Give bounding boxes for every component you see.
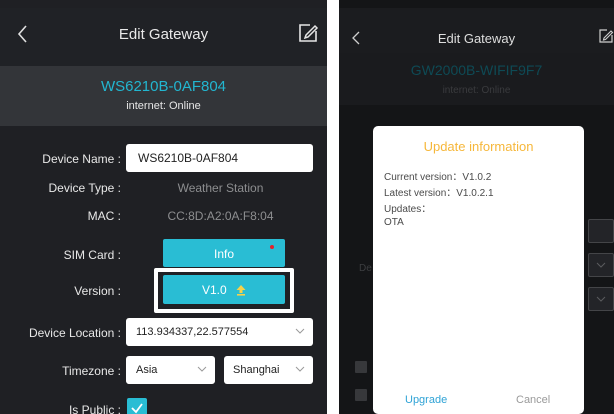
right-screen: Edit Gateway GW2000B-WIFIF9F7 internet: …	[339, 0, 614, 414]
timezone-city-value: Shanghai	[233, 364, 280, 376]
timezone-city-select[interactable]: Shanghai	[224, 356, 313, 384]
chevron-down-icon	[295, 328, 305, 334]
device-status: internet: Online	[126, 100, 201, 112]
timezone-label: Timezone :	[62, 364, 121, 378]
device-id: GW2000B-WIFIF9F7	[410, 62, 543, 78]
device-location-field[interactable]: 113.934337,22.577554	[126, 318, 313, 346]
device-header	[0, 66, 327, 126]
background-checkbox	[355, 389, 367, 401]
is-public-label: Is Public :	[68, 403, 121, 414]
device-type-label: Device Type :	[48, 181, 121, 195]
update-dialog: Update information Current version：V1.0.…	[373, 126, 584, 414]
device-type-value: Weather Station	[177, 181, 264, 195]
upgrade-button[interactable]: Upgrade	[405, 394, 447, 406]
mac-label: MAC :	[87, 209, 121, 223]
timezone-region-select[interactable]: Asia	[126, 356, 215, 384]
device-location-label: Device Location :	[28, 326, 121, 340]
device-header	[339, 53, 614, 105]
is-public-checkbox[interactable]	[127, 398, 147, 414]
dialog-title: Update information	[423, 139, 534, 154]
background-field	[588, 219, 614, 243]
device-id: WS6210B-0AF804	[100, 78, 227, 95]
sim-card-label: SIM Card :	[63, 248, 121, 262]
version-label: Version :	[74, 284, 121, 298]
updates-value: OTA	[384, 217, 404, 228]
edit-icon[interactable]	[598, 28, 614, 44]
edit-icon[interactable]	[297, 22, 319, 44]
page-title: Edit Gateway	[118, 26, 209, 43]
version-upgrade-button[interactable]: V1.0	[163, 275, 285, 304]
chevron-down-icon	[596, 296, 606, 302]
arrow-up-icon	[236, 285, 246, 296]
cancel-button[interactable]: Cancel	[516, 394, 550, 406]
left-screen: Edit Gateway WS6210B-0AF804 internet: On…	[0, 0, 327, 414]
timezone-region-value: Asia	[136, 364, 158, 376]
chevron-down-icon	[295, 366, 305, 372]
sim-info-label: Info	[213, 247, 234, 261]
device-name-value: WS6210B-0AF804	[138, 151, 239, 165]
background-label: De	[359, 263, 372, 274]
chevron-down-icon	[596, 262, 606, 268]
sim-info-button[interactable]: Info	[163, 239, 285, 267]
device-status: internet: Online	[442, 85, 511, 96]
current-version: Current version：V1.0.2	[384, 172, 492, 183]
updates-label: Updates：	[384, 204, 432, 215]
device-name-field[interactable]: WS6210B-0AF804	[126, 144, 313, 172]
latest-version: Latest version：V1.0.2.1	[384, 188, 494, 199]
check-icon	[131, 403, 143, 414]
version-label-text: V1.0	[201, 283, 227, 297]
device-location-value: 113.934337,22.577554	[136, 326, 249, 338]
chevron-down-icon	[197, 366, 207, 372]
page-title: Edit Gateway	[437, 31, 516, 46]
mac-value: CC:8D:A2:0A:F8:04	[167, 209, 274, 223]
device-name-label: Device Name :	[42, 152, 121, 166]
background-checkbox	[355, 361, 367, 373]
notification-dot	[270, 245, 274, 249]
